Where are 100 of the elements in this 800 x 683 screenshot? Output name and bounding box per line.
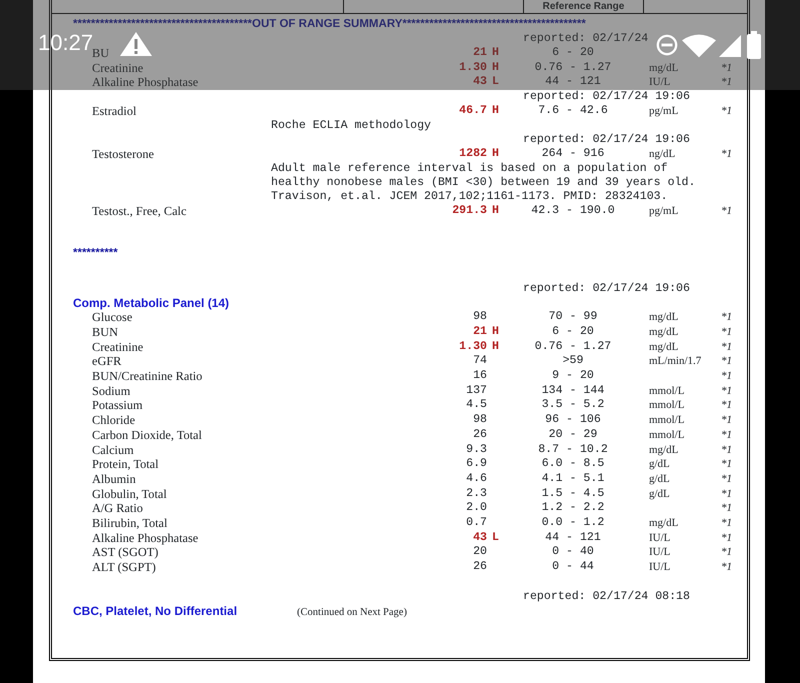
- test-name: Potassium: [92, 398, 144, 414]
- result-value: 291.3: [451, 204, 487, 218]
- test-name: BU: [92, 46, 110, 61]
- flag-text: H: [491, 60, 500, 76]
- footnote-mark: *1: [720, 428, 733, 443]
- flag-text: H: [491, 324, 500, 340]
- test-name: BUN: [92, 324, 119, 340]
- unit-text: IU/L: [648, 530, 672, 546]
- footnote-mark: *1: [720, 324, 733, 340]
- result-value: 20: [472, 545, 487, 560]
- panel-title: CBC, Platelet, No Differential: [73, 604, 238, 618]
- reference-range: 6 - 20: [551, 46, 595, 61]
- flag-text: H: [491, 204, 500, 218]
- unit-text: mmol/L: [648, 384, 686, 398]
- footnote-mark: *1: [720, 501, 733, 516]
- test-name: ALT (SGPT): [92, 560, 157, 575]
- footnote-mark: *1: [720, 486, 733, 502]
- flag-text: L: [491, 75, 500, 90]
- result-value: 2.0: [465, 501, 487, 516]
- footnote-mark: *1: [720, 340, 733, 354]
- comment-text: Roche ECLIA methodology: [270, 118, 432, 133]
- reported-time: reported: 02/17/24 19:06: [523, 132, 690, 147]
- unit-text: mg/dL: [648, 516, 680, 531]
- reference-range: 44 - 121: [544, 530, 602, 546]
- test-name: Glucose: [92, 310, 134, 325]
- footnote-mark: *1: [720, 310, 733, 325]
- unit-text: g/dL: [648, 457, 671, 472]
- test-name: Chloride: [92, 413, 136, 428]
- unit-text: pg/mL: [648, 104, 680, 119]
- reference-range: 6 - 20: [551, 324, 595, 340]
- unit-text: pg/mL: [648, 204, 680, 218]
- result-value: 0.7: [465, 516, 487, 531]
- test-name: Carbon Dioxide, Total: [92, 428, 203, 443]
- reference-range: 0.76 - 1.27: [534, 340, 612, 354]
- battery-icon: [747, 31, 761, 59]
- unit-text: mmol/L: [648, 413, 686, 428]
- reported-time: reported: 02/17/24: [523, 32, 648, 46]
- result-value: 26: [472, 428, 487, 443]
- do-not-disturb-icon: [656, 34, 678, 56]
- result-value: 4.5: [465, 398, 487, 414]
- test-name: Testosterone: [92, 146, 155, 162]
- footnote-mark: *1: [720, 457, 733, 472]
- unit-text: mg/dL: [648, 60, 680, 76]
- result-value: 98: [472, 413, 487, 428]
- reference-range: 1.2 - 2.2: [540, 501, 606, 516]
- footnote-mark: *1: [720, 516, 733, 531]
- result-value: 43: [472, 75, 487, 90]
- warning-icon: [119, 31, 153, 57]
- reference-range: 9 - 20: [551, 369, 595, 384]
- reference-range: 3.5 - 5.2: [540, 398, 606, 414]
- unit-text: mg/dL: [648, 324, 680, 340]
- panel-title: Comp. Metabolic Panel (14): [73, 296, 230, 310]
- unit-text: mg/dL: [648, 442, 680, 458]
- result-value: 1.30: [458, 340, 487, 354]
- footnote-mark: *1: [720, 384, 733, 398]
- result-value: 98: [472, 310, 487, 325]
- footnote-mark: *1: [720, 60, 733, 76]
- reference-range: 264 - 916: [540, 146, 606, 162]
- footnote-mark: *1: [720, 204, 733, 218]
- footnote-mark: *1: [720, 530, 733, 546]
- result-value: 21: [472, 46, 487, 61]
- column-header: Reference Range: [524, 0, 644, 13]
- flag-text: L: [491, 530, 500, 546]
- result-value: 1.30: [458, 60, 487, 76]
- result-value: 9.3: [465, 442, 487, 458]
- unit-text: IU/L: [648, 560, 672, 575]
- test-name: eGFR: [92, 354, 122, 370]
- test-name: Testost., Free, Calc: [92, 204, 188, 218]
- footnote-mark: *1: [720, 354, 733, 370]
- footnote-mark: *1: [720, 442, 733, 458]
- unit-text: IU/L: [648, 545, 672, 560]
- result-value: 6.9: [465, 457, 487, 472]
- test-name: Bilirubin, Total: [92, 516, 168, 531]
- wifi-icon: [682, 34, 716, 58]
- test-name: Creatinine: [92, 340, 144, 354]
- result-value: 21: [472, 324, 487, 340]
- test-name: Alkaline Phosphatase: [92, 530, 200, 546]
- reported-time: reported: 02/17/24 19:06: [523, 90, 690, 104]
- reference-range: >59: [562, 354, 584, 370]
- flag-text: H: [491, 146, 500, 162]
- test-name: Alkaline Phosphatase: [92, 75, 200, 90]
- signal-icon: [719, 34, 741, 58]
- test-name: Albumin: [92, 472, 137, 487]
- flag-text: H: [491, 46, 500, 61]
- test-name: Creatinine: [92, 60, 144, 76]
- reference-range: 96 - 106: [544, 413, 602, 428]
- flag-text: H: [491, 340, 500, 354]
- separator-line: **********: [73, 246, 119, 260]
- test-name: Globulin, Total: [92, 486, 168, 502]
- footnote-mark: *1: [720, 413, 733, 428]
- test-name: A/G Ratio: [92, 501, 144, 516]
- unit-text: ng/dL: [648, 146, 676, 162]
- unit-text: g/dL: [648, 486, 671, 502]
- result-value: 1282: [458, 146, 487, 162]
- test-name: Calcium: [92, 442, 135, 458]
- reference-range: 0 - 40: [551, 545, 595, 560]
- reference-range: 7.6 - 42.6: [537, 104, 609, 119]
- unit-text: mg/dL: [648, 310, 680, 325]
- unit-text: mL/min/1.7: [648, 354, 702, 370]
- reference-range: 0.76 - 1.27: [534, 60, 612, 76]
